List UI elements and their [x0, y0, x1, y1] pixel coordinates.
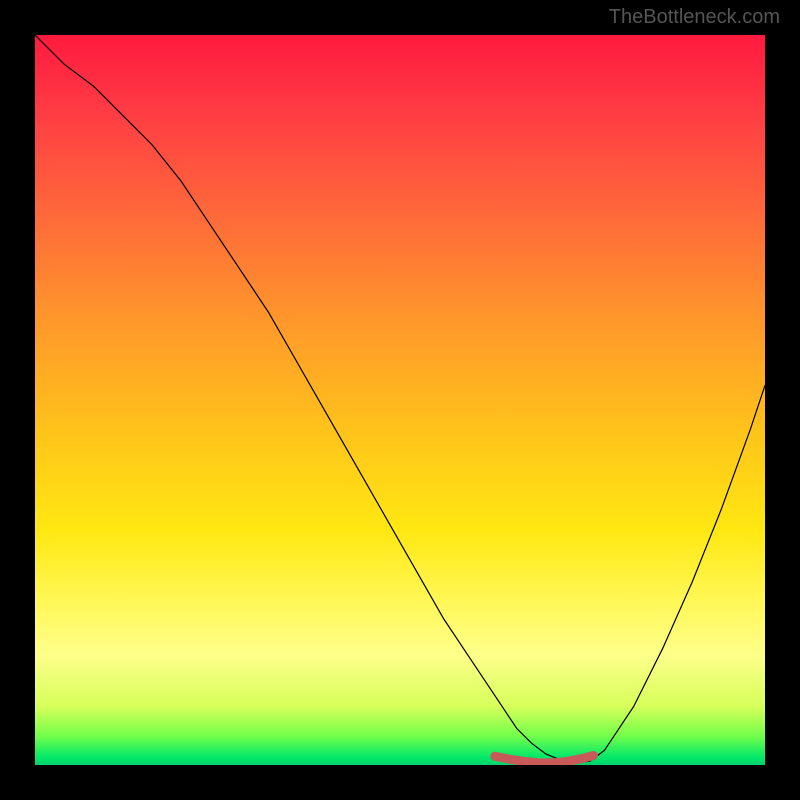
plot-area [35, 35, 765, 765]
bottleneck-curve-path [35, 35, 765, 763]
highlight-segment-path [495, 756, 594, 763]
curve-svg [35, 35, 765, 765]
watermark-text: TheBottleneck.com [609, 6, 780, 29]
